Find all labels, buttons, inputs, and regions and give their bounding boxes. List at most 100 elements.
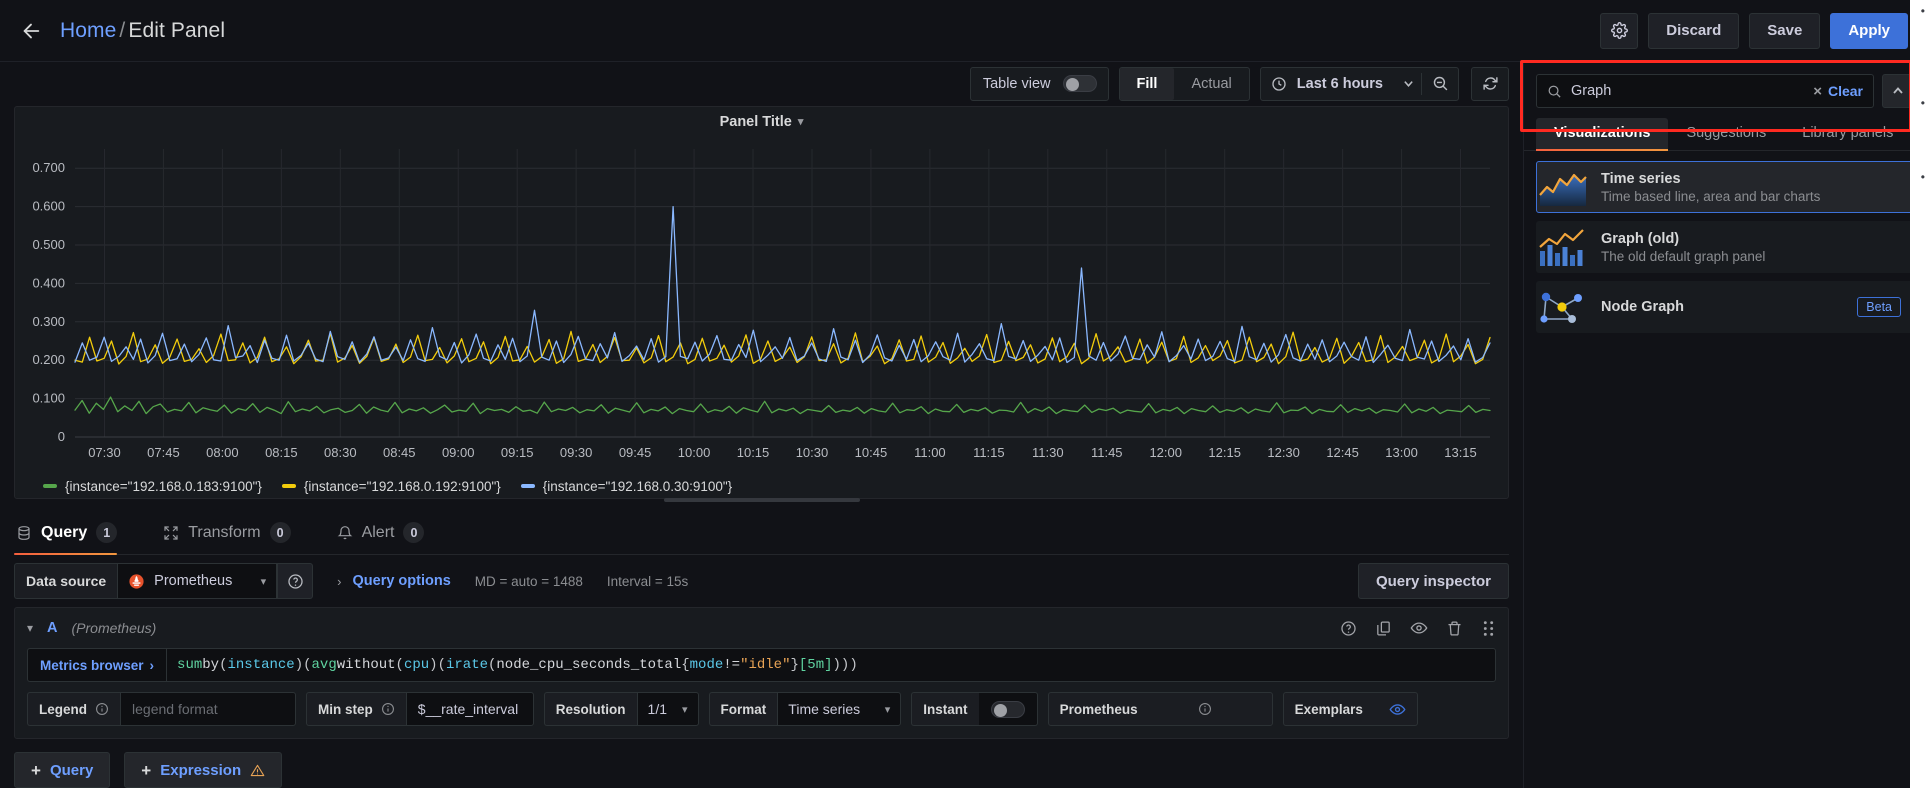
y-axis-tick-label: 0.600 <box>32 198 65 213</box>
resolution-chevron-down-icon: ▾ <box>682 703 688 716</box>
datasource-chevron-down-icon: ▾ <box>260 575 267 588</box>
discard-button[interactable]: Discard <box>1648 12 1740 49</box>
query-drag-handle[interactable] <box>1481 620 1496 637</box>
metrics-browser-button[interactable]: Metrics browser › <box>27 648 167 682</box>
legend-item[interactable]: {instance="192.168.0.192:9100"} <box>281 479 501 494</box>
apply-button[interactable]: Apply <box>1830 12 1908 49</box>
query-datasource-name: (Prometheus) <box>71 620 157 636</box>
promql-token: by <box>202 657 220 673</box>
page-edge-strip <box>1910 0 1926 788</box>
x-axis-tick-label: 10:15 <box>737 445 770 460</box>
tab-query[interactable]: Query 1 <box>14 522 135 555</box>
time-range-label[interactable]: Last 6 hours <box>1297 76 1395 92</box>
breadcrumb-home[interactable]: Home <box>60 19 116 42</box>
back-button[interactable] <box>14 14 48 48</box>
x-axis-tick-label: 08:15 <box>265 445 298 460</box>
trash-icon <box>1448 620 1461 636</box>
viz-option-time-series[interactable]: Time series Time based line, area and bar… <box>1536 161 1914 213</box>
promql-token: irate <box>445 657 488 673</box>
format-select[interactable]: Time series ▾ <box>777 692 902 726</box>
viz-tab-visualizations[interactable]: Visualizations <box>1536 118 1669 151</box>
query-ref-id[interactable]: A <box>47 620 57 636</box>
panel-settings-button[interactable] <box>1600 12 1639 49</box>
datasource-picker[interactable]: Prometheus ▾ <box>117 563 278 599</box>
datasource-help-button[interactable] <box>277 563 314 599</box>
tab-count-badge: 0 <box>403 522 425 543</box>
save-button[interactable]: Save <box>1749 12 1821 49</box>
eye-icon <box>1389 703 1406 715</box>
promql-token: ( <box>488 657 497 673</box>
body-split: Table view Fill Actual Last 6 hours Pane… <box>0 60 1926 788</box>
time-picker-clock[interactable] <box>1261 67 1297 101</box>
viz-tab-library-panels[interactable]: Library panels <box>1784 118 1911 150</box>
add-expression-button[interactable]: + Expression <box>124 752 283 788</box>
visualization-panel: Panel Title ▾ 0.700 0.600 0.500 0.400 0.300 0… <box>14 105 1509 502</box>
panel-title-menu[interactable]: Panel Title ▾ <box>15 107 1508 137</box>
query-inspector-button[interactable]: Query inspector <box>1357 563 1509 599</box>
viz-search-input[interactable]: Graph <box>1571 83 1804 99</box>
viz-option-node-graph[interactable]: Node Graph Beta <box>1536 281 1914 333</box>
add-button-label: Query <box>49 761 94 779</box>
query-remove-button[interactable] <box>1446 620 1463 637</box>
promql-token: sum <box>177 657 203 673</box>
format-option: Format Time series ▾ <box>708 692 902 726</box>
legend-item[interactable]: {instance="192.168.0.183:9100"} <box>43 479 262 494</box>
query-duplicate-button[interactable] <box>1375 620 1392 637</box>
table-view-group: Table view <box>969 66 1109 101</box>
viz-option-graph-old[interactable]: Graph (old) The old default graph panel <box>1536 221 1914 273</box>
panel-resize-handle[interactable] <box>663 498 860 502</box>
interval-meta: Interval = 15s <box>606 573 689 589</box>
fill-option[interactable]: Fill <box>1119 67 1175 100</box>
query-help-button[interactable] <box>1340 620 1357 637</box>
x-axis-tick-label: 10:30 <box>796 445 829 460</box>
y-axis-tick-label: 0.200 <box>32 352 65 367</box>
viz-option-texts: Graph (old) The old default graph panel <box>1601 231 1765 264</box>
table-view-toggle[interactable] <box>1062 75 1097 93</box>
zoom-out-button[interactable] <box>1422 67 1458 101</box>
prometheus-info-button[interactable] <box>1198 702 1212 716</box>
seg-wrap: Fill Actual <box>1119 67 1249 101</box>
promql-expression-input[interactable]: sum by(instance) (avg without(cpu) (irat… <box>166 648 1496 682</box>
legend-format-input[interactable]: legend format <box>120 692 297 726</box>
time-range-chevron[interactable] <box>1395 67 1421 101</box>
x-axis-tick-label: 10:45 <box>855 445 888 460</box>
query-hide-button[interactable] <box>1410 619 1428 637</box>
exemplars-toggle-button[interactable] <box>1389 701 1406 718</box>
add-query-button[interactable]: + Query <box>14 752 111 788</box>
timeseries-chart[interactable]: 0.700 0.600 0.500 0.400 0.300 0.200 0.100 0 07:3… <box>15 137 1508 467</box>
promql-token: != <box>723 657 741 673</box>
gear-icon <box>1610 22 1628 39</box>
resolution-label-wrap: Resolution <box>543 692 637 726</box>
query-options-toggle[interactable]: › Query options MD = auto = 1488 Interva… <box>337 573 688 589</box>
tab-label: Alert <box>361 523 395 541</box>
actual-option[interactable]: Actual <box>1174 68 1248 100</box>
tab-transform[interactable]: Transform 0 <box>161 522 308 554</box>
resolution-select[interactable]: 1/1 ▾ <box>636 692 699 726</box>
viz-tab-suggestions[interactable]: Suggestions <box>1668 118 1784 150</box>
clear-label: Clear <box>1827 83 1863 99</box>
viz-search-box[interactable]: Graph × Clear <box>1536 74 1874 108</box>
promql-token: { <box>681 657 690 673</box>
x-axis-tick-label: 07:30 <box>88 445 121 460</box>
x-axis-tick-label: 09:45 <box>619 445 652 460</box>
refresh-group <box>1471 66 1509 101</box>
format-label-wrap: Format <box>708 692 778 726</box>
query-collapse-chevron-down-icon[interactable]: ▾ <box>27 621 33 635</box>
fill-actual-segmented-control: Fill Actual <box>1118 66 1250 101</box>
prometheus-option-label-wrap: Prometheus <box>1047 692 1273 726</box>
arrow-left-icon <box>23 23 40 38</box>
min-step-info-button[interactable] <box>381 702 395 716</box>
x-axis-tick-label: 10:00 <box>678 445 711 460</box>
legend-info-button[interactable] <box>95 702 109 716</box>
instant-toggle[interactable] <box>990 700 1025 718</box>
min-step-input[interactable]: $__rate_interval <box>405 692 534 726</box>
x-axis-tick-label: 12:30 <box>1267 445 1300 460</box>
legend-color-swatch <box>43 484 57 488</box>
viz-search-clear-button[interactable]: × Clear <box>1813 83 1863 100</box>
chart-area[interactable]: 0.700 0.600 0.500 0.400 0.300 0.200 0.100 0 07:3… <box>15 137 1508 474</box>
refresh-button[interactable] <box>1472 67 1508 101</box>
tab-alert[interactable]: Alert 0 <box>335 522 443 554</box>
promql-token: ) <box>429 657 438 673</box>
legend-item[interactable]: {instance="192.168.0.30:9100"} <box>520 479 732 494</box>
x-axis-tick-label: 09:00 <box>442 445 475 460</box>
